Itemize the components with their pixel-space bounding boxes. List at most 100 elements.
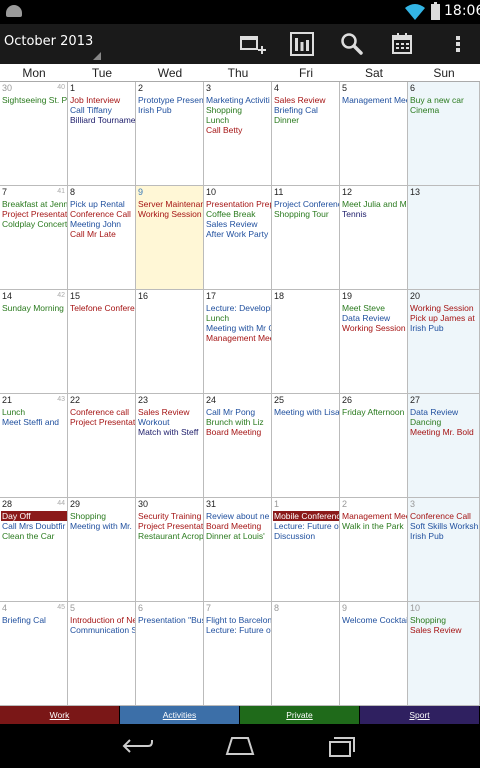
legend-activities[interactable]: Activities <box>120 706 240 724</box>
event-item[interactable]: Meet Julia and Mi <box>341 199 407 209</box>
day-cell[interactable]: 30 Security Training Project Presentati Res… <box>136 498 204 602</box>
event-item[interactable]: Irish Pub <box>409 323 479 333</box>
event-item[interactable]: Management Mee <box>341 95 407 105</box>
event-item[interactable]: Restaurant Acrop <box>137 531 203 541</box>
event-item[interactable]: Working Session <box>409 303 479 313</box>
day-cell[interactable]: 7 Flight to Barcelon Lecture: Future of <box>204 602 272 706</box>
event-item[interactable]: Shopping <box>409 615 479 625</box>
event-item[interactable]: Call Tiffany <box>69 105 135 115</box>
view-mode-button[interactable] <box>286 28 318 60</box>
event-item[interactable]: Telefone Confere <box>69 303 135 313</box>
event-item[interactable]: Welcome Cocktai <box>341 615 407 625</box>
event-item[interactable]: Data Review <box>409 407 479 417</box>
day-cell[interactable]: 4 45 Briefing Cal <box>0 602 68 706</box>
event-item[interactable]: Shopping <box>205 105 271 115</box>
event-item[interactable]: Meeting John <box>69 219 135 229</box>
today-button[interactable] <box>386 28 418 60</box>
event-item[interactable]: Presentation Prep <box>205 199 271 209</box>
event-item[interactable]: Lecture: Developi <box>205 303 271 313</box>
event-item[interactable]: Project Presentati <box>1 209 67 219</box>
day-cell[interactable]: 4 Sales Review Briefing Cal Dinner <box>272 82 340 186</box>
home-button[interactable] <box>220 732 260 760</box>
event-item[interactable]: Shopping <box>69 511 135 521</box>
event-item[interactable]: Lecture: Future of <box>205 625 271 635</box>
event-item[interactable]: Call Mr Late <box>69 229 135 239</box>
event-item[interactable]: Sales Review <box>205 219 271 229</box>
day-cell[interactable]: 23 Sales Review Workout Match with Steff <box>136 394 204 498</box>
event-item[interactable]: Dinner at Louis' <box>205 531 271 541</box>
day-cell[interactable]: 24 Call Mr Pong Brunch with Liz Board Meeti… <box>204 394 272 498</box>
day-cell[interactable]: 11 Project Conferenc Shopping Tour <box>272 186 340 290</box>
event-item[interactable]: Day Off <box>1 511 67 521</box>
event-item[interactable]: Communication S <box>69 625 135 635</box>
day-cell[interactable]: 18 <box>272 290 340 394</box>
event-item[interactable]: Lecture: Future of <box>273 521 339 531</box>
event-item[interactable]: Mobile Conferenc <box>273 511 339 521</box>
day-cell[interactable]: 2 Management Mee Walk in the Park <box>340 498 408 602</box>
day-cell[interactable]: 31 Review about ne Board Meeting Dinner at … <box>204 498 272 602</box>
event-item[interactable]: Sightseeing St. Pe <box>1 95 67 105</box>
event-item[interactable]: Meet Steffi and <box>1 417 67 427</box>
event-item[interactable]: Walk in the Park <box>341 521 407 531</box>
overflow-menu-button[interactable] <box>442 28 474 60</box>
event-item[interactable]: Data Review <box>341 313 407 323</box>
event-item[interactable]: Conference call <box>69 407 135 417</box>
event-item[interactable]: Sales Review <box>409 625 479 635</box>
event-item[interactable]: Flight to Barcelon <box>205 615 271 625</box>
event-item[interactable]: Match with Steff <box>137 427 203 437</box>
day-cell[interactable]: 9 Server Maintenan Working Session <box>136 186 204 290</box>
day-cell[interactable]: 6 Presentation "Bus <box>136 602 204 706</box>
month-title-dropdown[interactable]: October 2013 <box>4 34 93 49</box>
event-item[interactable]: Meeting with Mr. <box>69 521 135 531</box>
event-item[interactable]: Sunday Morning <box>1 303 67 313</box>
day-cell[interactable]: 13 <box>408 186 480 290</box>
event-item[interactable]: Sales Review <box>137 407 203 417</box>
day-cell[interactable]: 27 Data Review Dancing Meeting Mr. Bold <box>408 394 480 498</box>
day-cell[interactable]: 7 41 Breakfast at Jenn Project Presentati Co… <box>0 186 68 290</box>
search-button[interactable] <box>336 28 368 60</box>
event-item[interactable]: Project Conferenc <box>273 199 339 209</box>
event-item[interactable]: Call Mrs Doubtfir <box>1 521 67 531</box>
day-cell[interactable]: 3 Marketing Activiti Shopping Lunch Call Bet… <box>204 82 272 186</box>
event-item[interactable]: Meeting with Lisa, <box>273 407 339 417</box>
event-item[interactable]: Board Meeting <box>205 521 271 531</box>
event-item[interactable]: Briefing Cal <box>273 105 339 115</box>
event-item[interactable]: Introduction of Ne <box>69 615 135 625</box>
event-item[interactable]: Prototype Present <box>137 95 203 105</box>
event-item[interactable]: Cinema <box>409 105 479 115</box>
event-item[interactable]: Server Maintenan <box>137 199 203 209</box>
day-cell[interactable]: 30 40 Sightseeing St. Pe <box>0 82 68 186</box>
event-item[interactable]: Meet Steve <box>341 303 407 313</box>
day-cell[interactable]: 10 Presentation Prep Coffee Break Sales Rev… <box>204 186 272 290</box>
event-item[interactable]: Pick up Rental <box>69 199 135 209</box>
day-cell[interactable]: 29 Shopping Meeting with Mr. <box>68 498 136 602</box>
event-item[interactable]: Lunch <box>1 407 67 417</box>
event-item[interactable]: Conference Call <box>69 209 135 219</box>
event-item[interactable]: Meeting Mr. Bold <box>409 427 479 437</box>
day-cell[interactable]: 19 Meet Steve Data Review Working Session <box>340 290 408 394</box>
day-cell[interactable]: 21 43 Lunch Meet Steffi and <box>0 394 68 498</box>
event-item[interactable]: Dancing <box>409 417 479 427</box>
event-item[interactable]: Lunch <box>205 313 271 323</box>
day-cell[interactable]: 17 Lecture: Developi Lunch Meeting with Mr … <box>204 290 272 394</box>
event-item[interactable]: Working Session <box>137 209 203 219</box>
event-item[interactable]: Buy a new car <box>409 95 479 105</box>
day-cell[interactable]: 10 Shopping Sales Review <box>408 602 480 706</box>
event-item[interactable]: Meeting with Mr G <box>205 323 271 333</box>
event-item[interactable]: Coldplay Concert <box>1 219 67 229</box>
event-item[interactable]: Management Mee <box>205 333 271 343</box>
event-item[interactable]: Friday Afternoon <box>341 407 407 417</box>
event-item[interactable]: After Work Party <box>205 229 271 239</box>
event-item[interactable]: Presentation "Bus <box>137 615 203 625</box>
event-item[interactable]: Management Mee <box>341 511 407 521</box>
add-calendar-button[interactable] <box>236 28 268 60</box>
event-item[interactable]: Tennis <box>341 209 407 219</box>
recent-apps-button[interactable] <box>322 732 362 760</box>
day-cell[interactable]: 28 44 Day Off Call Mrs Doubtfir Clean the Ca… <box>0 498 68 602</box>
event-item[interactable]: Marketing Activiti <box>205 95 271 105</box>
event-item[interactable]: Lunch <box>205 115 271 125</box>
day-cell[interactable]: 14 42 Sunday Morning <box>0 290 68 394</box>
day-cell[interactable]: 5 Management Mee <box>340 82 408 186</box>
day-cell[interactable]: 9 Welcome Cocktai <box>340 602 408 706</box>
event-item[interactable]: Irish Pub <box>409 531 479 541</box>
